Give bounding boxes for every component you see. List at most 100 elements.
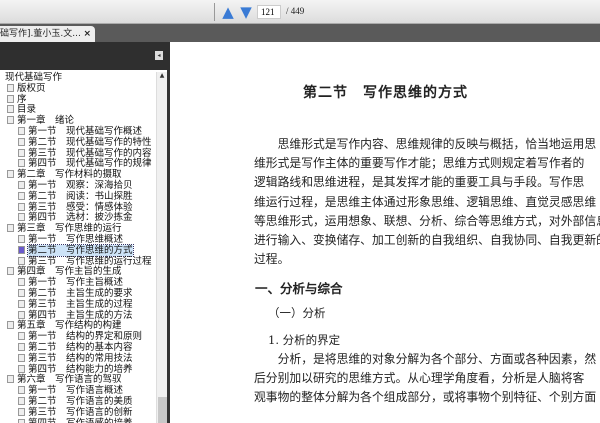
tree-item-label: 序: [17, 93, 27, 105]
tree-item[interactable]: 第四节 写作语感的培养: [18, 418, 133, 423]
tree-item-label: 第三节 结构的常用技法: [28, 352, 133, 364]
tree-item-label: 目录: [17, 104, 37, 116]
scrollbar-thumb[interactable]: [158, 397, 167, 423]
page-icon: [18, 202, 25, 211]
page-icon: [18, 278, 25, 287]
tree-item-label: 第一节 结构的界定和原则: [28, 331, 143, 343]
tree-item[interactable]: 现代基础写作: [5, 72, 62, 83]
paragraph-line: 维运行过程，是思维主体通过形象思维、逻辑思维、直觉灵感思维: [254, 194, 597, 209]
tree-item[interactable]: 序: [7, 94, 27, 105]
page-icon: [18, 127, 25, 135]
page-icon: [18, 332, 25, 341]
tree-item[interactable]: 第一章 绪论: [7, 115, 74, 126]
page-number-input[interactable]: 121: [257, 5, 281, 19]
tree-item[interactable]: 第二节 阅读：书山探胜: [18, 191, 133, 202]
tree-item[interactable]: 第一节 写作思维概述: [18, 234, 123, 245]
bookmark-tree: 现代基础写作 版权页序目录 第一章 绪论 第一节 现代基础写作概述 第二节 现代基础写作…: [0, 70, 170, 423]
paragraph-line: 思维形式是写作内容、思维规律的反映与概括，恰当地运用思: [254, 137, 597, 151]
tree-item-label: 版权页: [17, 82, 46, 94]
paragraph-line: 进行输入、变换储存、加工创新的自我组织、自我协同、自我更新的: [254, 233, 600, 247]
next-page-arrow-down-icon[interactable]: ▼: [238, 4, 254, 20]
page-icon: [18, 397, 25, 405]
tree-item[interactable]: 第二节 写作思维的方式: [18, 243, 134, 257]
tree-item-label: 第三章 写作思维的运行: [17, 223, 122, 235]
tree-item[interactable]: 第四节 主旨生成的方法: [18, 310, 133, 321]
tree-item-label: 第四节 写作语感的培养: [28, 418, 133, 423]
page-icon: [7, 83, 14, 92]
tree-item-label: 第四节 结构能力的培养: [28, 363, 133, 375]
page-icon: [18, 364, 25, 373]
page-icon: [18, 256, 25, 265]
tree-item[interactable]: 第四节 选材：披沙拣金: [18, 212, 133, 223]
tree-item-label: 第一节 写作思维概述: [28, 234, 124, 245]
page-icon: [18, 310, 25, 319]
scroll-up-icon[interactable]: ▲: [157, 72, 167, 82]
sidebar-scrollbar[interactable]: ▲: [156, 72, 167, 423]
tree-item[interactable]: 第三节 写作语言的创新: [18, 407, 133, 418]
page-icon: [7, 375, 14, 384]
document-page: 第二节 写作思维的方式 思维形式是写作内容、思维规律的反映与概括，恰当地运用思维…: [173, 42, 600, 423]
page-icon: [18, 159, 25, 168]
page-icon: [18, 235, 25, 243]
tree-item[interactable]: 第四节 结构能力的培养: [18, 364, 133, 375]
page-icon: [7, 116, 14, 125]
tree-item-label: 现代基础写作: [5, 72, 63, 83]
tree-item-label: 第二节 主旨生成的要求: [28, 288, 133, 299]
paragraph-line: 过程。: [254, 252, 290, 267]
tree-item[interactable]: 第二章 写作材料的摄取: [7, 169, 122, 180]
tree-item-label: 第四章 写作主旨的生成: [17, 266, 122, 278]
tree-item-label: 第二节 写作语言的美质: [28, 396, 133, 407]
tree-item[interactable]: 第一节 现代基础写作概述: [18, 126, 142, 137]
tree-item-label: 第一节 观察：深海拾贝: [28, 180, 133, 191]
paragraph-line: 等思维形式，运用想象、联想、分析、综合等思维方式，对外部信息: [254, 213, 600, 228]
page-icon: [18, 137, 25, 146]
tree-item[interactable]: 第一节 观察：深海拾贝: [18, 180, 133, 191]
tree-item-label: 第三节 写作思维的运行过程: [28, 255, 152, 267]
close-tab-icon[interactable]: ×: [83, 26, 91, 42]
tree-item[interactable]: 第二节 结构的基本内容: [18, 342, 133, 353]
tree-item-label: 第三节 主旨生成的过程: [28, 298, 133, 310]
tree-item[interactable]: 第一节 写作语言概述: [18, 385, 123, 396]
document-tab[interactable]: 础写作].董小玉.文... ×: [0, 26, 95, 42]
page-icon: [7, 170, 14, 179]
tree-item[interactable]: 目录: [7, 104, 36, 115]
tree-item[interactable]: 第二节 现代基础写作的特性: [18, 137, 152, 148]
tree-item[interactable]: 第三节 感受：情感体验: [18, 202, 133, 213]
page-icon: [7, 94, 14, 103]
tree-item-label: 第四节 现代基础写作的规律: [28, 158, 152, 170]
tree-item-label: 第三节 写作语言的创新: [28, 406, 133, 418]
tree-item[interactable]: 第四节 现代基础写作的规律: [18, 158, 152, 169]
tree-item[interactable]: 第三节 主旨生成的过程: [18, 299, 133, 310]
collapse-panel-icon[interactable]: ◂: [155, 51, 163, 60]
tree-item-label: 第三节 现代基础写作的内容: [28, 147, 152, 159]
tree-item[interactable]: 第三节 现代基础写作的内容: [18, 148, 152, 159]
paragraph-line: 后分别加以研究的思维方式。从心理学角度看，分析是人脑将客: [254, 371, 585, 386]
previous-page-arrow-up-icon[interactable]: ▲: [220, 4, 236, 20]
paragraph-line: 逻辑路线和思维进程，是其发挥才能的重要工具与手段。写作思: [254, 175, 585, 190]
tree-item[interactable]: 第一节 结构的界定和原则: [18, 331, 142, 342]
tree-item[interactable]: 第三节 结构的常用技法: [18, 353, 133, 364]
tree-item[interactable]: 第四章 写作主旨的生成: [7, 266, 122, 277]
page-total: / 449: [286, 6, 305, 16]
page-icon: [7, 224, 14, 233]
tree-item-label: 第一节 写作语言概述: [28, 385, 124, 397]
tree-item[interactable]: 第二节 写作语言的美质: [18, 396, 133, 407]
toolbar: ▲ ▼ 121 / 449: [0, 0, 600, 24]
page-icon: [18, 213, 25, 222]
tree-item-label: 第二节 写作思维的方式: [27, 243, 134, 257]
page-icon: [18, 191, 25, 200]
tree-item[interactable]: 第一节 写作主旨概述: [18, 277, 123, 288]
tree-item[interactable]: 第二节 主旨生成的要求: [18, 288, 133, 299]
paragraph-line: 分析，是将思维的对象分解为各个部分、方面或各种因素，然: [254, 352, 597, 366]
tree-item[interactable]: 第五章 写作结构的构建: [7, 320, 122, 331]
tree-item[interactable]: 第三节 写作思维的运行过程: [18, 256, 152, 267]
page-icon: [18, 386, 25, 395]
page-icon: [18, 343, 25, 351]
tree-item[interactable]: 第三章 写作思维的运行: [7, 223, 122, 234]
page-icon: [18, 418, 25, 423]
tree-item-label: 第一节 现代基础写作概述: [28, 126, 143, 137]
tree-item[interactable]: 第六章 写作语言的驾驭: [7, 374, 122, 385]
tab-title: 础写作].董小玉.文...: [0, 29, 81, 39]
paragraph-line: 维形式是写作主体的重要写作才能；思维方式则规定着写作者的: [254, 156, 585, 171]
tree-item[interactable]: 版权页: [7, 83, 46, 94]
